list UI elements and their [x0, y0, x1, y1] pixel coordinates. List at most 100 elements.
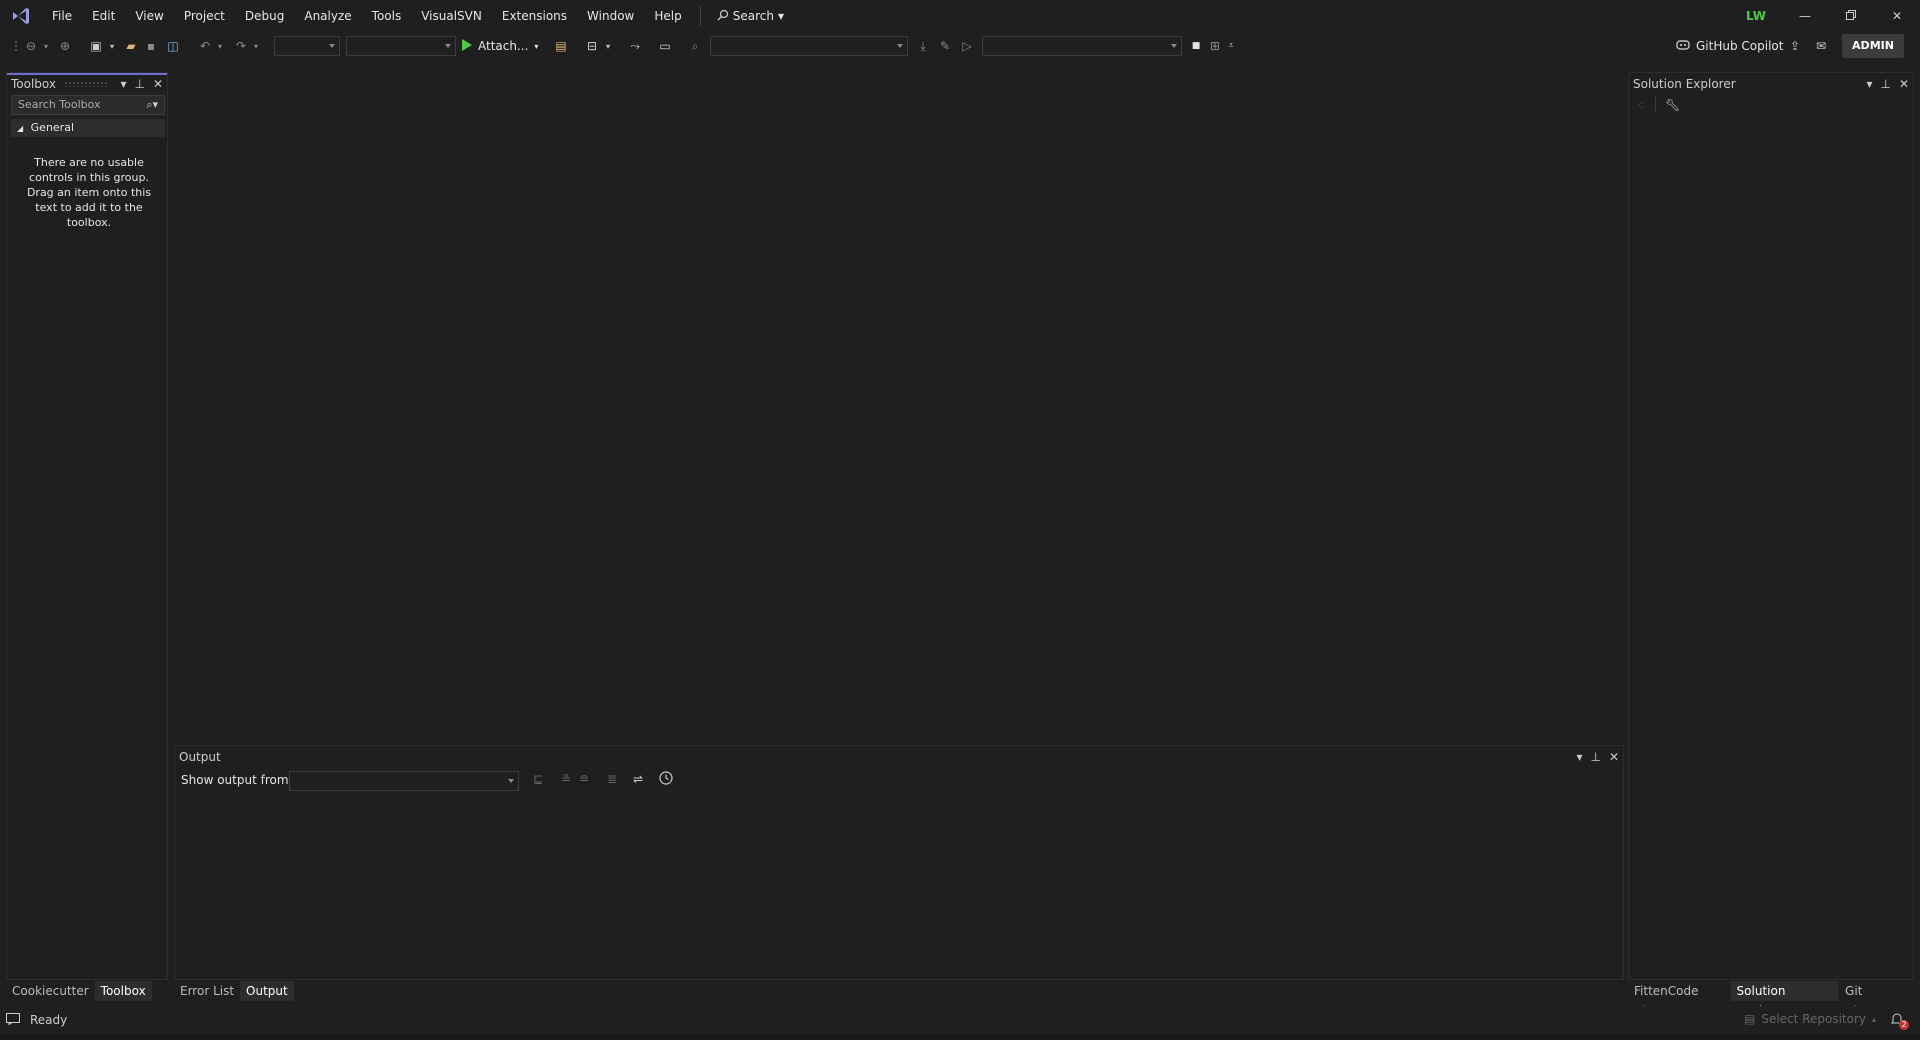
- notification-count-badge: 2: [1899, 1020, 1909, 1030]
- redo-icon: ↷: [235, 39, 247, 53]
- comment-button[interactable]: ▭: [656, 36, 674, 56]
- navigate-back-dropdown[interactable]: ▾: [42, 36, 50, 56]
- minimize-button[interactable]: —: [1782, 0, 1828, 32]
- menu-item-tools[interactable]: Tools: [362, 0, 412, 32]
- edit-button[interactable]: ✎: [936, 36, 954, 56]
- pin-icon[interactable]: ⊥: [134, 77, 144, 91]
- panel-drag-grip[interactable]: [64, 81, 107, 87]
- output-title: Output: [179, 750, 221, 764]
- toolbar-overflow-button[interactable]: ⊞: [1206, 36, 1224, 56]
- close-icon[interactable]: ✕: [1609, 750, 1619, 764]
- tab-git-changes[interactable]: Git Changes: [1839, 981, 1920, 1018]
- collapse-all-button[interactable]: ⁖: [1637, 99, 1644, 113]
- browse-icon: ▤: [555, 39, 567, 53]
- save-button[interactable]: ▪: [142, 36, 160, 56]
- chevron-down-icon: [508, 779, 514, 783]
- previous-message-button[interactable]: ≗: [561, 772, 571, 786]
- output-status-icon[interactable]: [6, 1012, 20, 1028]
- new-project-button[interactable]: ▣: [86, 36, 106, 56]
- tab-toolbox[interactable]: Toolbox: [94, 981, 152, 1001]
- redo-button[interactable]: ↷: [232, 36, 250, 56]
- menu-item-project[interactable]: Project: [174, 0, 235, 32]
- collapse-icon: ⁖: [1637, 99, 1645, 113]
- find-dropdown[interactable]: [710, 36, 908, 56]
- layout-dropdown[interactable]: ▾: [604, 36, 612, 56]
- attach-button[interactable]: Attach... ▾: [462, 36, 538, 56]
- browse-files-button[interactable]: ▤: [552, 36, 570, 56]
- search-options-icon[interactable]: ⌕▾: [146, 96, 158, 114]
- tab-fittencode-chat[interactable]: FittenCode Chat: [1628, 981, 1731, 1018]
- navigate-back-button[interactable]: ⊖: [22, 36, 40, 56]
- close-icon[interactable]: ✕: [1899, 77, 1909, 91]
- window-position-dropdown-icon[interactable]: ▾: [1576, 750, 1582, 764]
- window-position-dropdown-icon[interactable]: ▾: [120, 77, 126, 91]
- close-icon[interactable]: ✕: [153, 77, 163, 91]
- show-output-from-label: Show output from:: [181, 773, 293, 787]
- step-into-button[interactable]: ⤓: [914, 36, 932, 56]
- tab-output[interactable]: Output: [240, 981, 294, 1001]
- word-wrap-button[interactable]: ⇌: [633, 772, 643, 786]
- menu-item-window[interactable]: Window: [577, 0, 644, 32]
- live-share-button[interactable]: ⇪: [1786, 36, 1804, 56]
- toolbox-search-input[interactable]: Search Toolbox ⌕▾: [11, 95, 165, 115]
- clear-all-button[interactable]: ≣: [607, 772, 617, 786]
- undo-dropdown[interactable]: ▾: [216, 36, 224, 56]
- github-copilot-button[interactable]: GitHub Copilot: [1676, 36, 1783, 56]
- next-message-icon: ≘: [579, 772, 590, 786]
- chevron-down-icon: ▾: [109, 41, 114, 51]
- undo-icon: ↶: [199, 39, 211, 53]
- show-timestamps-button[interactable]: [659, 771, 673, 788]
- chevron-down-icon: [329, 44, 335, 48]
- layout-button[interactable]: ⊟: [582, 36, 602, 56]
- tab-cookiecutter[interactable]: Cookiecutter: [6, 981, 95, 1001]
- solution-configurations-dropdown[interactable]: [274, 36, 340, 56]
- menu-item-edit[interactable]: Edit: [82, 0, 125, 32]
- debug-target-dropdown[interactable]: [982, 36, 1182, 56]
- hot-reload-button[interactable]: ⤳: [626, 36, 644, 56]
- redo-dropdown[interactable]: ▾: [252, 36, 260, 56]
- select-repository-label: Select Repository: [1761, 1012, 1866, 1026]
- chevron-down-icon: [1171, 44, 1177, 48]
- toolbar-options-dropdown[interactable]: ⩡: [1226, 36, 1236, 56]
- output-panel: Output ▾ ⊥ ✕ Show output from: ⊑ ≗ ≘ ≣ ⇌: [174, 745, 1624, 980]
- find-in-files-button[interactable]: ⌕: [686, 36, 704, 56]
- left-tab-strip: Cookiecutter Toolbox: [6, 980, 152, 1002]
- navigate-forward-button[interactable]: ⊕: [56, 36, 74, 56]
- menu-item-debug[interactable]: Debug: [235, 0, 294, 32]
- menu-item-file[interactable]: File: [42, 0, 82, 32]
- play-icon: [462, 38, 472, 54]
- properties-button[interactable]: 🔧︎: [1665, 98, 1680, 112]
- close-window-button[interactable]: ✕: [1874, 0, 1920, 32]
- pin-icon[interactable]: ⊥: [1880, 77, 1890, 91]
- tab-solution-explorer[interactable]: Solution Explorer: [1730, 981, 1840, 1018]
- menu-item-analyze[interactable]: Analyze: [294, 0, 361, 32]
- next-message-button[interactable]: ≘: [579, 772, 589, 786]
- window-position-dropdown-icon[interactable]: ▾: [1866, 77, 1872, 91]
- account-avatar[interactable]: LW: [1744, 6, 1768, 26]
- pin-icon[interactable]: ⊥: [1590, 750, 1600, 764]
- feedback-button[interactable]: ✉: [1812, 36, 1830, 56]
- notifications-button[interactable]: 2: [1890, 1012, 1910, 1030]
- menu-item-help[interactable]: Help: [644, 0, 691, 32]
- undo-button[interactable]: ↶: [196, 36, 214, 56]
- save-all-button[interactable]: ◫: [164, 36, 182, 56]
- restore-button[interactable]: [1828, 0, 1874, 32]
- visual-studio-logo-icon[interactable]: [10, 5, 32, 27]
- output-source-dropdown[interactable]: [289, 771, 519, 791]
- run-button[interactable]: ▷: [958, 36, 976, 56]
- stop-button[interactable]: ■: [1188, 36, 1204, 56]
- menu-item-extensions[interactable]: Extensions: [492, 0, 577, 32]
- open-file-button[interactable]: ▰: [122, 36, 140, 56]
- find-message-button[interactable]: ⊑: [533, 772, 543, 786]
- menu-item-visualsvn[interactable]: VisualSVN: [411, 0, 492, 32]
- toolbox-title: Toolbox: [11, 77, 56, 91]
- search-button[interactable]: Search ▾: [709, 9, 792, 24]
- new-project-dropdown[interactable]: ▾: [108, 36, 116, 56]
- pencil-icon: ✎: [939, 39, 951, 53]
- solution-platforms-dropdown[interactable]: [346, 36, 456, 56]
- menu-item-view[interactable]: View: [125, 0, 173, 32]
- tab-error-list[interactable]: Error List: [174, 981, 240, 1001]
- toolbox-group-general[interactable]: ◢ General: [11, 119, 165, 137]
- select-repository-button[interactable]: ▤ Select Repository ▴: [1744, 1012, 1876, 1026]
- save-icon: ▪: [146, 39, 156, 53]
